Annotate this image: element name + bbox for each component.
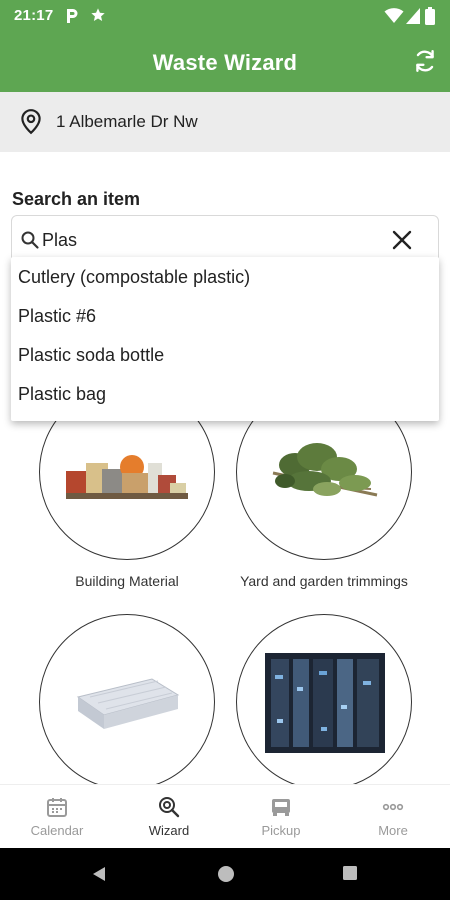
suggestion-item[interactable]: Plastic soda bottle [11, 343, 439, 382]
star-icon [90, 7, 106, 28]
location-pin-icon [18, 108, 44, 141]
back-icon[interactable] [90, 865, 108, 883]
nav-label: Calendar [30, 823, 84, 838]
nav-more[interactable]: More [337, 785, 449, 849]
more-dots-icon [382, 803, 404, 811]
electronics-image [236, 614, 412, 790]
recents-icon[interactable] [342, 865, 358, 881]
calendar-icon [47, 798, 67, 817]
search-suggestions: Cutlery (compostable plastic) Plastic #6… [11, 257, 439, 421]
app-header: 21:17 Waste Wizard [0, 0, 450, 92]
suggestion-item[interactable]: Plastic bag [11, 382, 439, 421]
app-title: Waste Wizard [152, 50, 298, 75]
parking-icon [64, 7, 80, 30]
suggestion-item[interactable]: Cutlery (compostable plastic) [11, 265, 439, 304]
category-label: Building Material [75, 573, 179, 589]
close-icon [392, 230, 412, 250]
clear-search-button[interactable] [390, 228, 414, 252]
wifi-icon [384, 8, 404, 29]
mattress-image [39, 614, 215, 790]
search-box[interactable] [11, 215, 439, 263]
nav-label: Pickup [261, 823, 301, 838]
search-icon [20, 230, 40, 255]
refresh-icon [416, 50, 434, 72]
signal-icon [406, 8, 420, 29]
search-label: Search an item [12, 189, 141, 209]
system-navigation-bar [0, 848, 450, 900]
nav-pickup[interactable]: Pickup [225, 785, 337, 849]
home-icon[interactable] [216, 864, 236, 884]
pickup-truck-icon [272, 799, 290, 816]
nav-wizard[interactable]: Wizard [113, 785, 225, 849]
status-time: 21:17 [14, 7, 54, 24]
search-input[interactable] [42, 227, 372, 253]
nav-label: Wizard [148, 823, 190, 838]
suggestion-item[interactable]: Plastic #6 [11, 304, 439, 343]
refresh-button[interactable] [412, 48, 438, 74]
address-text: 1 Albemarle Dr Nw [56, 112, 198, 131]
battery-icon [425, 7, 435, 30]
bottom-navigation: Calendar Wizard Pickup More [0, 784, 450, 848]
nav-calendar[interactable]: Calendar [1, 785, 113, 849]
status-bar: 21:17 [0, 0, 450, 32]
waste-wizard-screen: 21:17 Waste Wizard 1 Albemarle Dr Nw Sea… [0, 0, 450, 900]
wizard-search-icon [159, 797, 180, 818]
category-label: Yard and garden trimmings [240, 573, 408, 589]
nav-label: More [378, 823, 408, 838]
address-bar[interactable]: 1 Albemarle Dr Nw [0, 92, 450, 152]
